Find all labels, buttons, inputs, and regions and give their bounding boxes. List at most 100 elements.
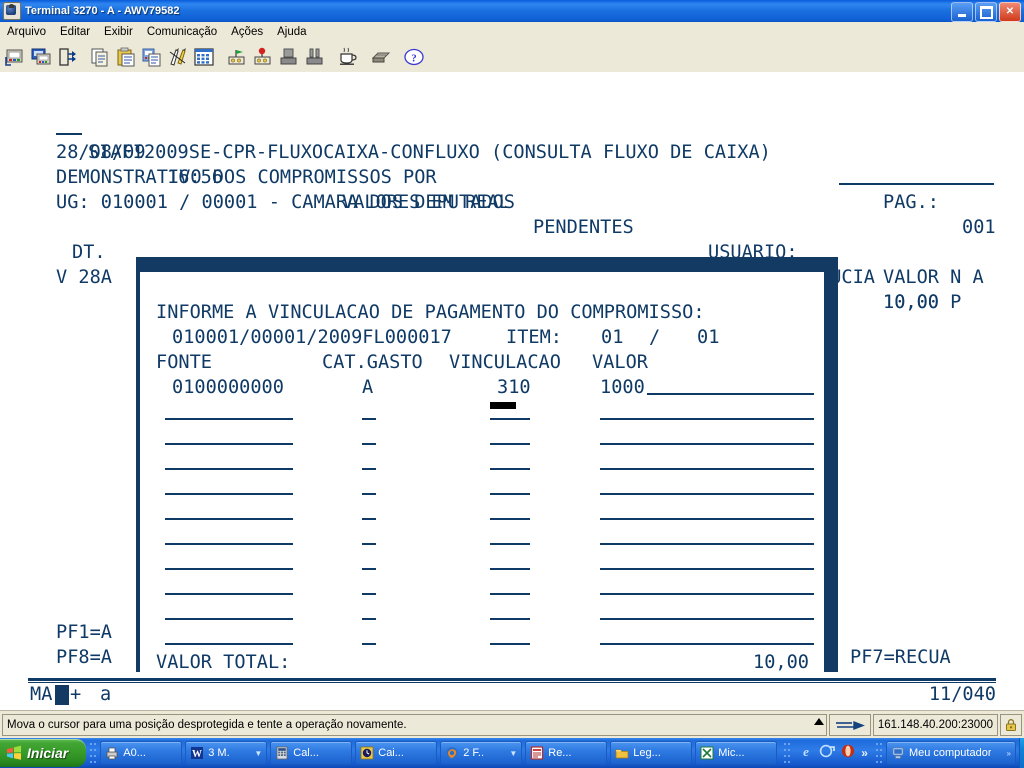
open-session-icon[interactable] <box>4 46 26 68</box>
empty-fonte-9[interactable] <box>165 600 293 625</box>
empty-fonte-10[interactable] <box>165 625 293 650</box>
menu-item-acoes[interactable]: Ações <box>224 24 270 40</box>
empty-valor-2[interactable] <box>600 425 814 450</box>
empty-vinc-4[interactable] <box>490 475 530 500</box>
empty-valor-9[interactable] <box>600 600 814 625</box>
menu-item-arquivo[interactable]: Arquivo <box>0 24 53 40</box>
taskbar-button-label-0: A0... <box>123 747 146 759</box>
row-cat-gasto-value[interactable]: A <box>362 375 373 400</box>
taskbar-button-1[interactable]: W 3 M. ▼ <box>185 741 268 765</box>
help-icon[interactable]: ? <box>403 46 425 68</box>
taskbar-group-label: Meu computador <box>908 747 992 759</box>
empty-valor-10[interactable] <box>600 625 814 650</box>
empty-fonte-2[interactable] <box>165 425 293 450</box>
empty-valor-5[interactable] <box>600 500 814 525</box>
dialog-doc-number: 010001/00001/2009FL000017 <box>172 327 452 348</box>
row-vinculacao-value[interactable]: 310 <box>497 375 531 400</box>
empty-vinc-7[interactable] <box>490 550 530 575</box>
empty-vinc-9[interactable] <box>490 600 530 625</box>
chevron-down-icon-4[interactable]: ▼ <box>509 749 517 758</box>
empty-cat-2[interactable] <box>362 425 376 450</box>
maximize-button[interactable] <box>975 2 997 22</box>
menu-bar: Arquivo Editar Exibir Comunicação Ações … <box>0 22 1024 43</box>
row-valor-value[interactable]: 1000 <box>600 375 645 400</box>
empty-cat-8[interactable] <box>362 575 376 600</box>
group-overflow-chevron-icon[interactable]: » <box>1006 749 1010 758</box>
terminal-screen[interactable]: SIAFI2009SE-CPR-FLUXOCAIXA-CONFLUXO (CON… <box>0 72 1024 710</box>
exit-icon[interactable] <box>56 46 78 68</box>
taskbar-grip-3[interactable] <box>874 741 883 765</box>
copy-append-icon[interactable] <box>141 46 163 68</box>
close-button[interactable]: ✕ <box>999 2 1021 22</box>
empty-fonte-1[interactable] <box>165 400 293 425</box>
row-valor-input-fill[interactable] <box>647 375 814 400</box>
empty-cat-5[interactable] <box>362 500 376 525</box>
empty-vinc-1[interactable] <box>490 400 530 425</box>
left-pf-line2: PF8=A <box>56 647 112 668</box>
taskbar-button-0[interactable]: A0... <box>100 741 183 765</box>
stop-icon[interactable] <box>278 46 300 68</box>
empty-fonte-8[interactable] <box>165 575 293 600</box>
taskbar-grip-1[interactable] <box>89 741 98 765</box>
empty-fonte-3[interactable] <box>165 450 293 475</box>
outlook-express-icon[interactable] <box>819 743 836 764</box>
start-button[interactable]: Iniciar <box>0 739 87 767</box>
copy-icon[interactable] <box>89 46 111 68</box>
minimize-button[interactable] <box>951 2 973 22</box>
empty-vinc-5[interactable] <box>490 500 530 525</box>
pause-icon[interactable] <box>304 46 326 68</box>
empty-valor-7[interactable] <box>600 550 814 575</box>
empty-valor-1[interactable] <box>600 400 814 425</box>
empty-cat-10[interactable] <box>362 625 376 650</box>
ie-icon[interactable]: e <box>798 743 814 764</box>
oia-cursor-block <box>55 685 69 705</box>
menu-item-editar[interactable]: Editar <box>53 24 97 40</box>
empty-vinc-3[interactable] <box>490 450 530 475</box>
chevron-down-icon-1[interactable]: ▼ <box>254 749 262 758</box>
row-fonte-value[interactable]: 0100000000 <box>172 375 284 400</box>
empty-valor-8[interactable] <box>600 575 814 600</box>
java-cup-icon[interactable] <box>337 46 359 68</box>
print-screen-icon[interactable] <box>370 46 392 68</box>
record-icon[interactable] <box>252 46 274 68</box>
opera-icon[interactable] <box>840 743 856 764</box>
empty-cat-3[interactable] <box>362 450 376 475</box>
empty-fonte-6[interactable] <box>165 525 293 550</box>
vinculacao-dialog-body: INFORME A VINCULACAO DE PAGAMENTO DO COM… <box>140 272 824 698</box>
taskbar-button-4[interactable]: 2 F.. ▼ <box>440 741 523 765</box>
triangle-up-icon[interactable] <box>813 718 824 725</box>
empty-valor-3[interactable] <box>600 450 814 475</box>
taskbar-grip-2[interactable] <box>783 741 792 765</box>
empty-vinc-10[interactable] <box>490 625 530 650</box>
edit-pen-icon[interactable] <box>167 46 189 68</box>
paste-icon[interactable] <box>115 46 137 68</box>
empty-fonte-4[interactable] <box>165 475 293 500</box>
menu-item-ajuda[interactable]: Ajuda <box>270 24 313 40</box>
connection-icon[interactable] <box>828 714 871 736</box>
taskbar-button-7[interactable]: Mic... <box>695 741 778 765</box>
taskbar-group-meu-computador[interactable]: Meu computador » <box>885 741 1016 765</box>
empty-valor-4[interactable] <box>600 475 814 500</box>
more-chevron-icon[interactable]: » <box>861 746 868 760</box>
empty-cat-6[interactable] <box>362 525 376 550</box>
empty-fonte-5[interactable] <box>165 500 293 525</box>
taskbar-button-5[interactable]: Re... <box>525 741 608 765</box>
empty-vinc-6[interactable] <box>490 525 530 550</box>
empty-cat-7[interactable] <box>362 550 376 575</box>
taskbar-button-6[interactable]: Leg... <box>610 741 693 765</box>
start-record-icon[interactable] <box>226 46 248 68</box>
save-session-icon[interactable] <box>30 46 52 68</box>
empty-cat-9[interactable] <box>362 600 376 625</box>
empty-cat-4[interactable] <box>362 475 376 500</box>
taskbar-button-2[interactable]: Cal... <box>270 741 353 765</box>
empty-vinc-8[interactable] <box>490 575 530 600</box>
menu-item-exibir[interactable]: Exibir <box>97 24 140 40</box>
taskbar-button-3[interactable]: Cai... <box>355 741 438 765</box>
keypad-icon[interactable] <box>193 46 215 68</box>
empty-valor-6[interactable] <box>600 525 814 550</box>
menu-item-comunicacao[interactable]: Comunicação <box>140 24 224 40</box>
dialog-item-separator: / <box>649 327 661 348</box>
empty-cat-1[interactable] <box>362 400 376 425</box>
empty-fonte-7[interactable] <box>165 550 293 575</box>
empty-vinc-2[interactable] <box>490 425 530 450</box>
